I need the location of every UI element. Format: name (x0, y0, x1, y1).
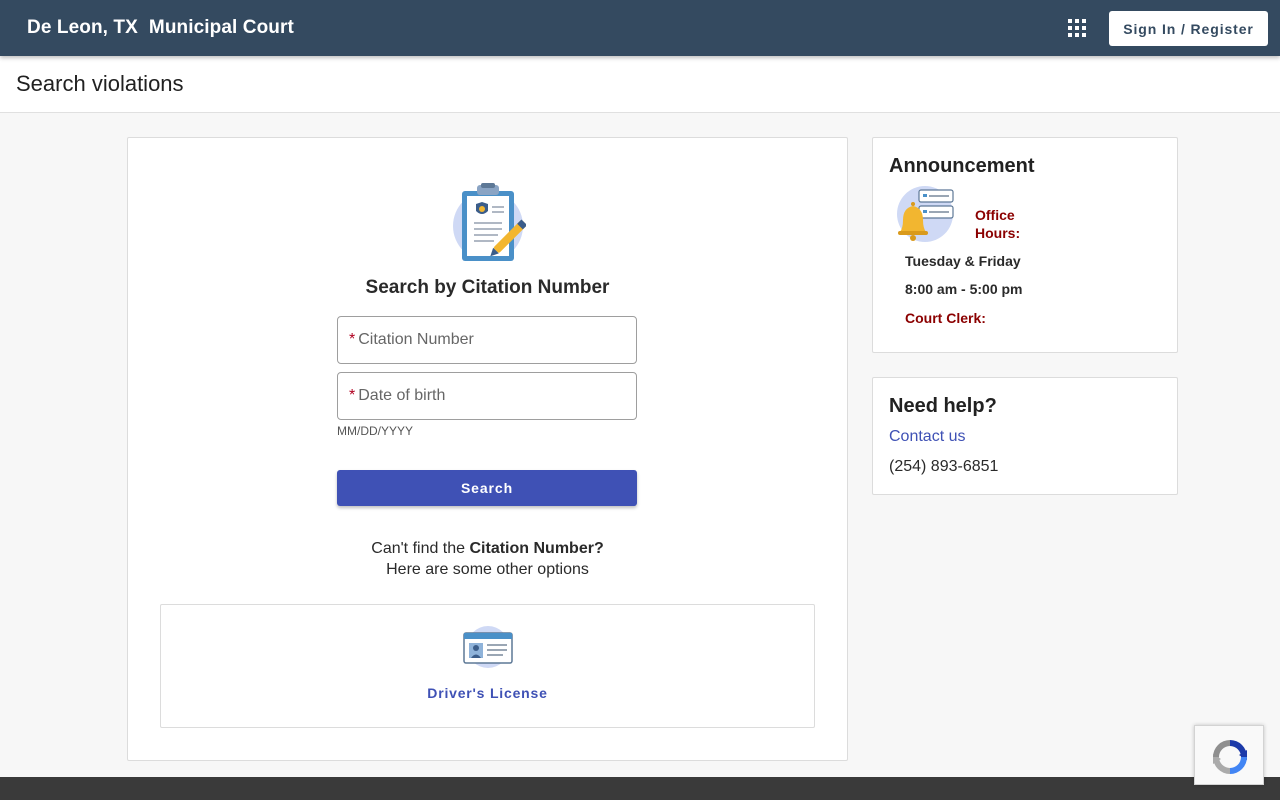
cant-find-bold: Citation Number? (469, 540, 604, 557)
office-days: Tuesday & Friday (905, 253, 1021, 269)
office-hours-time: 8:00 am - 5:00 pm (905, 281, 1023, 297)
bell-announcement-icon (897, 186, 954, 242)
footer (0, 777, 1280, 800)
dob-format-hint: MM/DD/YYYY (337, 424, 414, 438)
page-header: Search violations (0, 56, 1280, 113)
office-hours-label: Office Hours: (975, 207, 1021, 241)
citation-number-input[interactable]: * Citation Number (337, 316, 637, 364)
drivers-license-option[interactable]: Driver's License (160, 604, 815, 728)
announcement-card: Announcement Office Hours: Tuesday & Fri… (872, 137, 1178, 353)
required-marker: * (349, 387, 356, 404)
other-options-text: Here are some other options (386, 561, 589, 578)
brand-city: De Leon, TX (27, 17, 138, 38)
search-button[interactable]: Search (337, 470, 637, 506)
need-help-title: Need help? (889, 395, 997, 417)
citation-search-card: Search by Citation Number * Citation Num… (127, 137, 848, 761)
brand-court: Municipal Court (148, 17, 294, 38)
contact-us-link[interactable]: Contact us (889, 428, 965, 446)
page-title: Search violations (16, 71, 184, 96)
clipboard-badge-icon (453, 183, 526, 261)
required-marker: * (349, 331, 356, 348)
top-bar: De Leon, TX Municipal Court Sign In / Reg… (0, 0, 1280, 56)
date-of-birth-input[interactable]: * Date of birth (337, 372, 637, 420)
cant-find-text: Can't find the Citation Number? Here are… (128, 538, 847, 580)
need-help-card: Need help? Contact us (254) 893-6851 (872, 377, 1178, 495)
cant-find-prefix: Can't find the (371, 540, 470, 557)
recaptcha-badge[interactable] (1194, 725, 1264, 785)
citation-number-placeholder: Citation Number (358, 331, 474, 348)
search-by-citation-title: Search by Citation Number (365, 277, 610, 298)
sign-in-register-button[interactable]: Sign In / Register (1109, 11, 1268, 46)
drivers-license-icon (463, 626, 513, 668)
announcement-title: Announcement (889, 155, 1035, 177)
help-phone-number: (254) 893-6851 (889, 458, 999, 475)
recaptcha-icon (1213, 740, 1247, 774)
drivers-license-label: Driver's License (427, 685, 548, 701)
court-clerk-label: Court Clerk: (905, 310, 986, 326)
apps-grid-icon[interactable] (1066, 17, 1088, 39)
date-of-birth-placeholder: Date of birth (358, 387, 446, 404)
brand[interactable]: De Leon, TX Municipal Court (27, 17, 294, 39)
